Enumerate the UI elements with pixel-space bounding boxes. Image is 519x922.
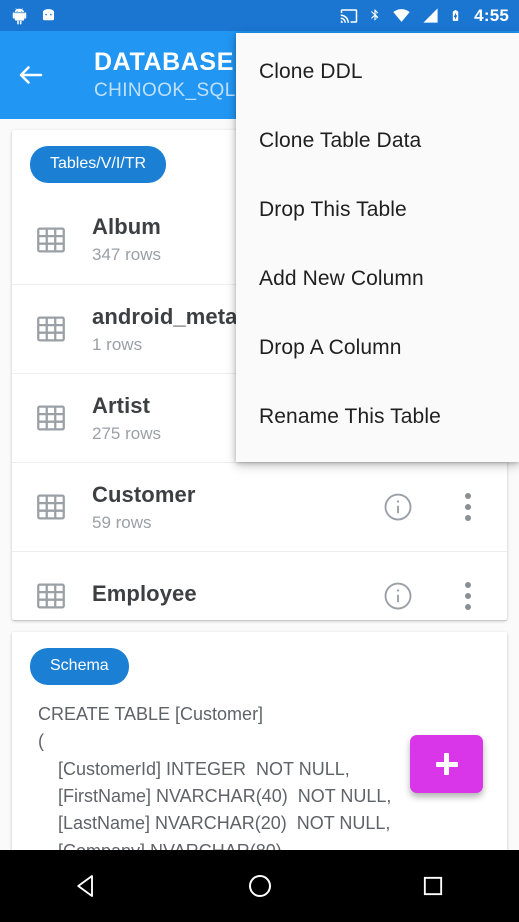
table-grid-icon xyxy=(37,494,65,520)
nav-back-icon xyxy=(76,875,93,897)
table-grid-icon xyxy=(37,316,65,342)
table-row-meta: Customer 59 rows xyxy=(92,482,196,533)
menu-item-add-new-column[interactable]: Add New Column xyxy=(236,244,519,313)
schema-chip[interactable]: Schema xyxy=(30,648,129,685)
bluetooth-icon xyxy=(371,9,379,21)
table-row[interactable]: Customer 59 rows xyxy=(12,462,507,551)
table-row-count: 275 rows xyxy=(92,423,161,443)
android-robot-icon xyxy=(12,7,27,25)
table-grid-icon xyxy=(37,583,65,609)
table-grid-icon xyxy=(37,405,65,431)
table-row-meta: Employee xyxy=(92,581,197,612)
table-row-meta: Album 347 rows xyxy=(92,214,161,265)
phone-screen: 4:55 DATABASE CHINOOK_SQLITE Tables/V/I/… xyxy=(0,0,519,922)
info-icon[interactable] xyxy=(383,581,413,611)
system-nav-bar xyxy=(0,850,519,922)
menu-item-clone-table-data[interactable]: Clone Table Data xyxy=(236,106,519,175)
nav-recents-button[interactable] xyxy=(346,850,519,922)
nav-recents-icon xyxy=(423,876,442,896)
table-row-meta: Artist 275 rows xyxy=(92,393,161,444)
table-row-actions xyxy=(383,487,491,527)
table-row-actions xyxy=(383,576,491,616)
table-grid-icon xyxy=(37,227,65,252)
menu-item-drop-this-table[interactable]: Drop This Table xyxy=(236,175,519,244)
table-row-count: 59 rows xyxy=(92,512,152,532)
menu-item-rename-this-table[interactable]: Rename This Table xyxy=(236,382,519,451)
table-name: Artist xyxy=(92,392,151,418)
table-row[interactable]: Employee xyxy=(12,551,507,620)
android-head-icon xyxy=(42,9,55,21)
status-clock: 4:55 xyxy=(474,5,509,25)
wifi-icon xyxy=(393,9,410,22)
table-name: Employee xyxy=(92,580,197,606)
table-name: Album xyxy=(92,214,161,239)
arrow-back-icon xyxy=(19,66,43,84)
status-system-icons: 4:55 xyxy=(339,6,509,26)
menu-item-drop-a-column[interactable]: Drop A Column xyxy=(236,313,519,382)
tables-filter-chip[interactable]: Tables/V/I/TR xyxy=(30,146,167,183)
plus-icon-vertical xyxy=(444,753,449,775)
cell-signal-icon xyxy=(423,8,438,23)
back-button[interactable] xyxy=(0,31,62,119)
nav-home-icon xyxy=(248,875,271,897)
overflow-menu-button[interactable] xyxy=(453,487,477,527)
info-icon[interactable] xyxy=(383,492,413,522)
table-row-count: 347 rows xyxy=(92,245,161,264)
status-bar: 4:55 xyxy=(0,0,519,31)
table-name: Customer xyxy=(92,481,196,507)
nav-back-button[interactable] xyxy=(0,850,173,922)
nav-home-button[interactable] xyxy=(173,850,346,922)
overflow-menu-button[interactable] xyxy=(453,576,477,616)
cast-icon xyxy=(340,8,358,23)
battery-charging-icon xyxy=(452,10,459,21)
table-context-menu: Clone DDL Clone Table Data Drop This Tab… xyxy=(236,33,519,462)
add-fab-button[interactable] xyxy=(410,735,483,793)
menu-item-clone-ddl[interactable]: Clone DDL xyxy=(236,37,519,106)
status-notification-icons xyxy=(10,6,58,25)
